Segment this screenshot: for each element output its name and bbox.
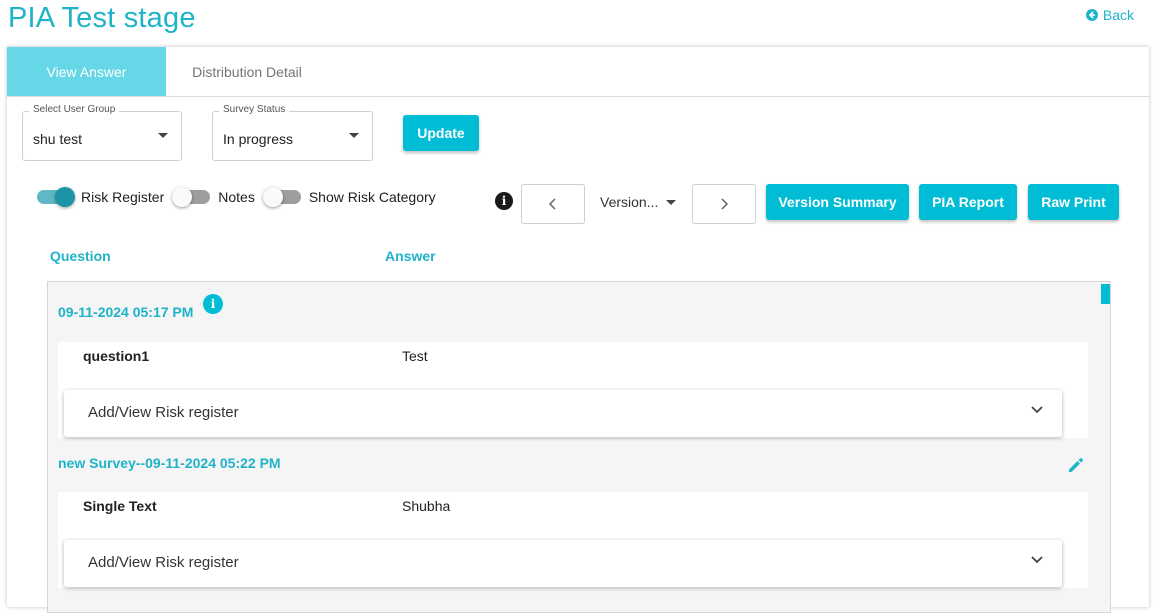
risk-register-accordion[interactable]: Add/View Risk register — [64, 540, 1062, 587]
section-title: new Survey--09-11-2024 05:22 PM — [58, 455, 281, 471]
show-risk-category-label: Show Risk Category — [308, 189, 436, 205]
user-group-select[interactable]: Select User Group shu test — [22, 104, 182, 161]
question-column-header: Question — [50, 248, 111, 264]
survey-status-select[interactable]: Survey Status In progress — [212, 104, 373, 161]
update-button[interactable]: Update — [403, 115, 479, 151]
chevron-left-icon — [548, 198, 556, 210]
question-text: question1 — [83, 348, 150, 364]
chevron-right-icon — [721, 198, 729, 210]
risk-register-toggle[interactable] — [37, 187, 75, 207]
accordion-label: Add/View Risk register — [88, 404, 239, 421]
tab-distribution-detail[interactable]: Distribution Detail — [166, 47, 328, 96]
answer-text: Shubha — [402, 498, 451, 514]
notes-toggle[interactable] — [172, 187, 211, 207]
section-title: 09-11-2024 05:17 PM — [58, 304, 194, 320]
answers-panel: 09-11-2024 05:17 PM i question1 Test Add… — [47, 281, 1111, 613]
page-title: PIA Test stage — [8, 2, 196, 34]
tab-bar: View Answer Distribution Detail — [7, 47, 1149, 97]
user-group-label: Select User Group — [29, 104, 120, 115]
show-risk-category-toggle[interactable] — [262, 187, 301, 207]
dropdown-caret-icon — [349, 133, 359, 138]
version-select[interactable]: Version... — [600, 194, 677, 210]
dropdown-caret-icon — [158, 133, 168, 138]
main-card: View Answer Distribution Detail Select U… — [7, 47, 1149, 613]
user-group-value: shu test — [33, 131, 83, 147]
previous-version-button[interactable] — [521, 184, 585, 224]
accordion-label: Add/View Risk register — [88, 554, 239, 571]
version-select-value: Version... — [600, 194, 659, 210]
question-text: Single Text — [83, 498, 157, 514]
info-icon[interactable]: i — [495, 192, 513, 210]
pia-report-button[interactable]: PIA Report — [919, 184, 1017, 220]
back-link[interactable]: Back — [1085, 7, 1134, 23]
raw-print-button[interactable]: Raw Print — [1028, 184, 1119, 220]
info-icon[interactable]: i — [203, 294, 223, 314]
notes-label: Notes — [218, 189, 255, 205]
arrow-left-circle-icon — [1085, 9, 1098, 21]
version-summary-button[interactable]: Version Summary — [766, 184, 909, 220]
next-version-button[interactable] — [692, 184, 756, 224]
scrollbar-thumb[interactable] — [1101, 284, 1110, 304]
back-label: Back — [1102, 7, 1134, 23]
survey-status-label: Survey Status — [219, 104, 290, 115]
tab-view-answer[interactable]: View Answer — [7, 47, 166, 96]
chevron-down-icon — [1031, 556, 1043, 564]
risk-register-label: Risk Register — [81, 189, 165, 205]
pencil-icon[interactable] — [1067, 456, 1085, 474]
answer-text: Test — [402, 348, 428, 364]
chevron-down-icon — [1031, 406, 1043, 414]
risk-register-accordion[interactable]: Add/View Risk register — [64, 390, 1062, 437]
toggle-group: Risk Register Notes Show Risk Category — [37, 186, 446, 208]
dropdown-caret-icon — [666, 199, 677, 205]
survey-status-value: In progress — [223, 131, 294, 147]
answer-column-header: Answer — [385, 248, 436, 264]
